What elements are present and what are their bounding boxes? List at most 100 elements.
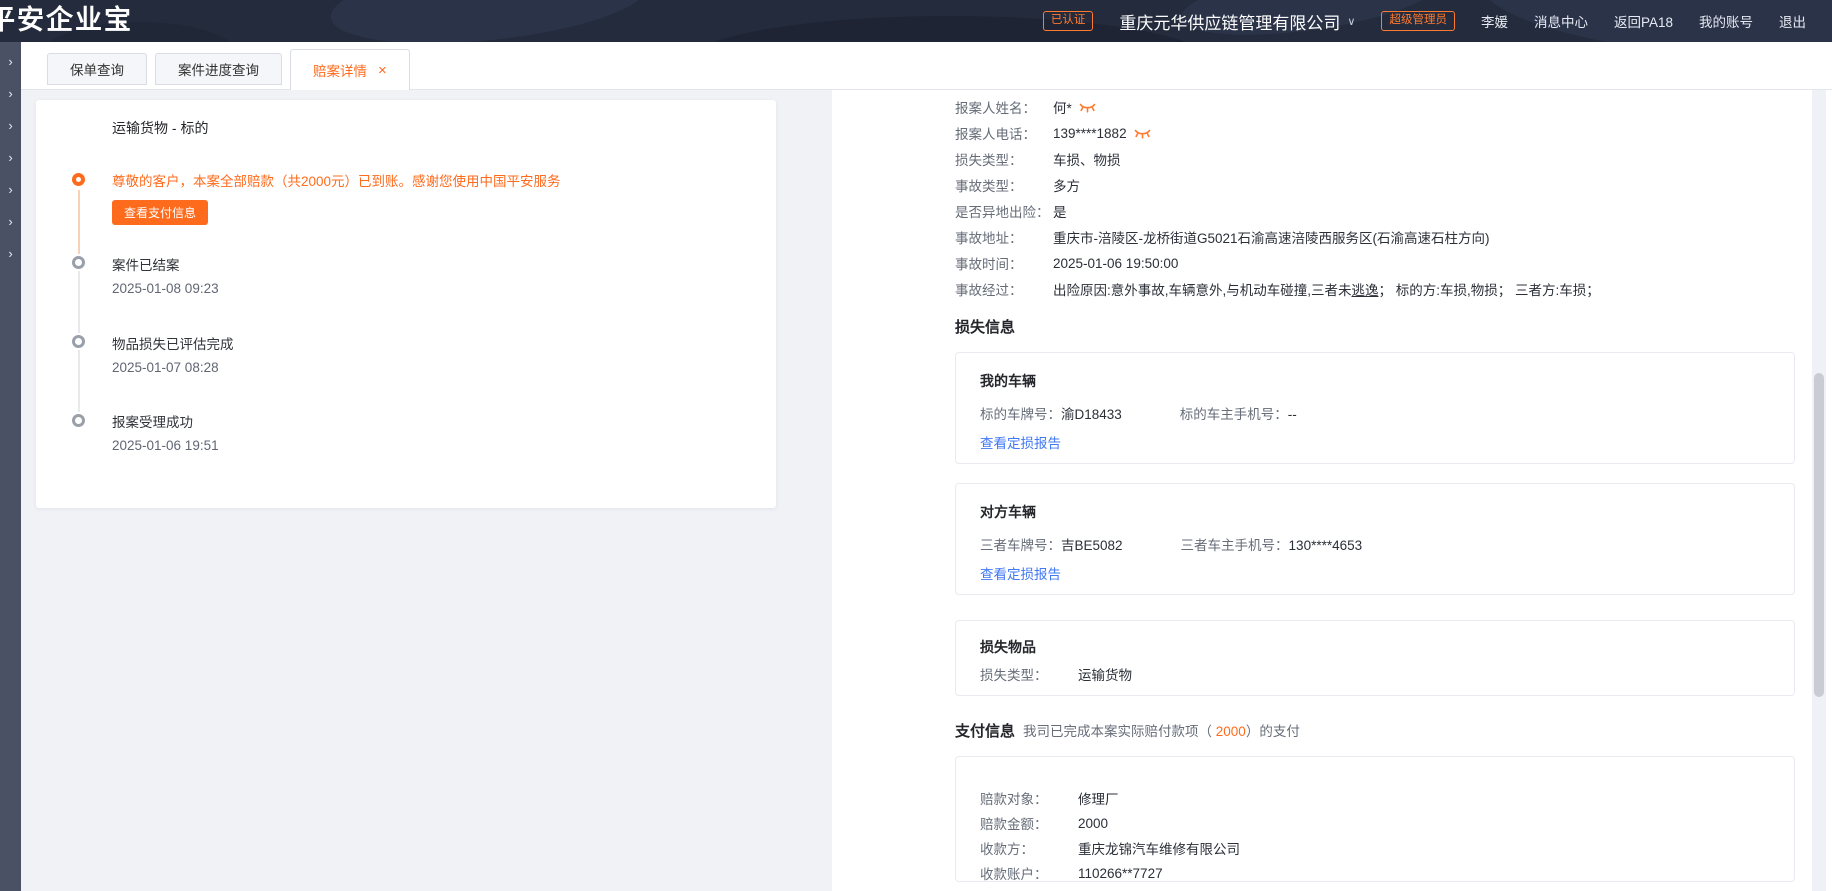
field-label: 赔款对象：	[980, 788, 1078, 808]
menu-my-account[interactable]: 我的账号	[1699, 11, 1753, 31]
eye-closed-icon[interactable]	[1134, 129, 1151, 140]
payment-title: 支付信息	[955, 723, 1015, 740]
scrollbar-track[interactable]	[1812, 90, 1826, 891]
field-value: --	[1288, 407, 1297, 422]
row-value: 多方	[1053, 175, 1080, 195]
field-label: 赔款金额：	[980, 813, 1078, 833]
other-vehicle-card: 对方车辆 三者车牌号：吉BE5082 三者车主手机号：130****4653 查…	[955, 483, 1795, 595]
row-value: 2025-01-06 19:50:00	[1053, 256, 1178, 271]
row-label: 事故类型：	[955, 175, 1053, 195]
row-label: 报案人电话：	[955, 123, 1053, 143]
tab-label: 案件进度查询	[178, 59, 259, 79]
field-pair: 三者车牌号：吉BE5082	[980, 534, 1123, 554]
card-title: 损失物品	[980, 637, 1036, 657]
field-value: 渝D18433	[1061, 407, 1122, 422]
row-value: 出险原因:意外事故,车辆意外,与机动车碰撞,三者未	[1053, 279, 1352, 299]
field-label: 标的车牌号：	[980, 407, 1061, 422]
field-pair: 三者车主手机号：130****4653	[1181, 534, 1363, 554]
section-title-payment-info: 支付信息我司已完成本案实际赔付款项（ 2000）的支付	[955, 720, 1300, 741]
row-label: 损失类型：	[955, 149, 1053, 169]
payment-note-pre: 我司已完成本案实际赔付款项（	[1023, 724, 1216, 739]
scrollbar-thumb[interactable]	[1814, 373, 1824, 697]
timeline-text: 案件已结案	[112, 254, 180, 274]
row-label: 事故地址：	[955, 227, 1053, 247]
row-value: 何*	[1053, 97, 1072, 117]
card-row: 收款方： 重庆龙锦汽车维修有限公司	[980, 837, 1240, 859]
field-value: 130****4653	[1289, 538, 1363, 553]
rail-expand-icon[interactable]: ›	[8, 216, 12, 228]
payment-amount: 2000	[1216, 724, 1246, 739]
payment-note: 我司已完成本案实际赔付款项（ 2000）的支付	[1023, 724, 1300, 739]
field-label: 标的车主手机号：	[1180, 407, 1288, 422]
row-label: 事故经过：	[955, 279, 1053, 299]
field-value: 110266**7727	[1078, 866, 1163, 881]
detail-row: 是否异地出险： 是	[955, 198, 1067, 224]
tab-bar: 保单查询 案件进度查询 赔案详情 ×	[21, 42, 1832, 90]
rail-expand-icon[interactable]: ›	[8, 120, 12, 132]
verified-badge: 已认证	[1043, 11, 1094, 31]
detail-row: 事故类型： 多方	[955, 172, 1080, 198]
card-row: 赔款金额： 2000	[980, 812, 1108, 834]
field-pair: 标的车主手机号：--	[1180, 403, 1297, 423]
claim-progress-card: 运输货物 - 标的 尊敬的客户，本案全部赔款（共2000元）已到账。感谢您使用中…	[36, 100, 776, 508]
menu-message-center[interactable]: 消息中心	[1534, 11, 1588, 31]
user-name[interactable]: 李媛	[1481, 11, 1508, 31]
view-payment-info-button[interactable]: 查看支付信息	[112, 200, 208, 225]
row-value: ； 标的方:车损,物损； 三者方:车损；	[1379, 279, 1600, 299]
timeline-connector	[78, 350, 80, 412]
header-decor	[327, 0, 653, 42]
field-label: 收款方：	[980, 838, 1078, 858]
field-value: 吉BE5082	[1061, 538, 1123, 553]
tab-label: 赔案详情	[313, 60, 367, 80]
timeline-dot	[72, 335, 85, 348]
detail-row: 损失类型： 车损、物损	[955, 146, 1121, 172]
payment-note-post: ）的支付	[1246, 724, 1300, 739]
tab-label: 保单查询	[70, 59, 124, 79]
timeline-text: 物品损失已评估完成	[112, 333, 234, 353]
timeline-text: 尊敬的客户，本案全部赔款（共2000元）已到账。感谢您使用中国平安服务	[112, 170, 561, 190]
tab-case-progress-query[interactable]: 案件进度查询	[155, 53, 282, 85]
claim-detail-panel: 报案人姓名： 何* 报案人电话： 139****1882 损失类型： 车损、物损…	[832, 90, 1832, 891]
view-loss-report-link[interactable]: 查看定损报告	[980, 563, 1061, 583]
rail-expand-icon[interactable]: ›	[8, 88, 12, 100]
role-badge: 超级管理员	[1381, 11, 1455, 31]
my-vehicle-card: 我的车辆 标的车牌号：渝D18433 标的车主手机号：-- 查看定损报告	[955, 352, 1795, 464]
tab-close-icon[interactable]: ×	[378, 62, 387, 79]
timeline-connector	[78, 271, 80, 333]
header: 平安企业宝 已认证 重庆元华供应链管理有限公司 ∨ 超级管理员 李媛 消息中心 …	[0, 0, 1832, 42]
field-label: 三者车牌号：	[980, 538, 1061, 553]
row-value: 139****1882	[1053, 126, 1127, 141]
row-value-underlined: 逃逸	[1352, 279, 1379, 299]
row-label: 报案人姓名：	[955, 97, 1053, 117]
vehicle-fields: 标的车牌号：渝D18433 标的车主手机号：--	[980, 403, 1297, 423]
tab-policy-query[interactable]: 保单查询	[47, 53, 147, 85]
tab-claim-detail[interactable]: 赔案详情 ×	[290, 49, 410, 90]
row-value: 是	[1053, 201, 1067, 221]
field-pair: 标的车牌号：渝D18433	[980, 403, 1122, 423]
left-rail: › › › › › › ›	[0, 42, 21, 891]
timeline-text: 报案受理成功	[112, 411, 193, 431]
eye-closed-icon[interactable]	[1079, 103, 1096, 114]
row-value: 车损、物损	[1053, 149, 1121, 169]
card-row: 损失类型： 运输货物	[980, 663, 1132, 685]
detail-row: 事故时间： 2025-01-06 19:50:00	[955, 250, 1178, 276]
rail-expand-icon[interactable]: ›	[8, 184, 12, 196]
detail-row: 事故地址： 重庆市-涪陵区-龙桥街道G5021石渝高速涪陵西服务区(石渝高速石柱…	[955, 224, 1490, 250]
detail-row: 报案人姓名： 何*	[955, 94, 1096, 120]
rail-expand-icon[interactable]: ›	[8, 56, 12, 68]
company-dropdown[interactable]: 重庆元华供应链管理有限公司 ∨	[1119, 9, 1355, 34]
rail-expand-icon[interactable]: ›	[8, 248, 12, 260]
card-row: 赔款对象： 修理厂	[980, 787, 1119, 809]
menu-back-pa18[interactable]: 返回PA18	[1614, 11, 1673, 31]
row-label: 是否异地出险：	[955, 201, 1053, 221]
rail-expand-icon[interactable]: ›	[8, 152, 12, 164]
timeline-dot-active	[72, 173, 85, 186]
field-label: 损失类型：	[980, 664, 1078, 684]
field-label: 三者车主手机号：	[1181, 538, 1289, 553]
view-loss-report-link[interactable]: 查看定损报告	[980, 432, 1061, 452]
timeline-dot	[72, 256, 85, 269]
field-value: 2000	[1078, 816, 1108, 831]
claim-subject-title: 运输货物 - 标的	[112, 118, 208, 138]
row-label: 事故时间：	[955, 253, 1053, 273]
menu-logout[interactable]: 退出	[1779, 11, 1806, 31]
